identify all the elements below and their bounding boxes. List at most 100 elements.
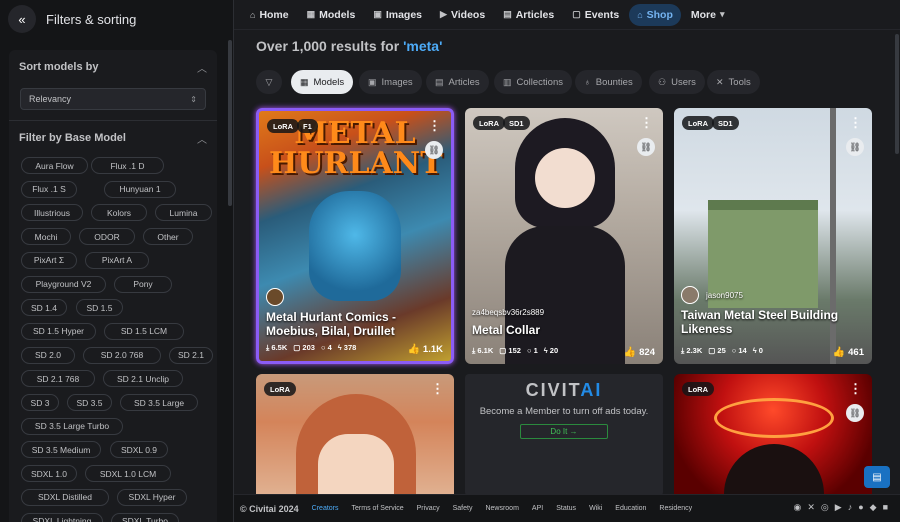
footer-link-safety[interactable]: Safety [453,505,473,512]
tab-collections[interactable]: ▥ Collections [494,70,572,94]
footer-link-creators[interactable]: Creators [312,505,339,512]
base-model-chip[interactable]: SD 3 [21,394,59,411]
base-model-chip[interactable]: SDXL Distilled [21,488,109,506]
model-card[interactable]: LoRA ⋮ [256,374,454,494]
base-model-chip[interactable]: SD 1.5 [76,299,123,317]
nav-models[interactable]: ▦ Models [299,4,364,26]
base-model-chip[interactable]: SD 1.5 LCM [104,322,184,340]
model-card[interactable]: LoRA SD1 ⋮ ⛓ jason9075 Taiwan Metal Stee… [674,108,872,364]
base-model-chip[interactable]: SD 1.4 [21,299,67,317]
base-model-chip[interactable]: SD 2.1 Unclip [103,370,183,388]
base-model-chip[interactable]: SD 2.1 768 [21,370,95,388]
base-model-chip[interactable]: SDXL 1.0 [21,465,77,483]
base-model-chip[interactable]: Hunyuan 1 [104,180,176,198]
tab-tools[interactable]: ✕ Tools [707,70,760,94]
base-model-chip[interactable]: Other [143,228,193,246]
base-model-chip[interactable]: SD 3.5 Large [120,394,198,411]
model-card[interactable]: LoRA SD1 ⋮ ⛓ za4beqsbv36r2s889 Metal Col… [465,108,663,364]
x-icon[interactable]: ✕ [807,502,815,513]
sidebar-header: « Filters & sorting [0,0,233,38]
twitch-icon[interactable]: ■ [883,502,888,513]
discord-icon[interactable]: ◉ [794,502,802,513]
more-options-icon[interactable]: ⋮ [428,118,441,134]
base-model-chip[interactable]: SDXL 0.9 [110,441,168,459]
creator-name[interactable]: jason9075 [706,291,743,300]
tiktok-icon[interactable]: ♪ [848,502,853,513]
base-model-chip[interactable]: Flux .1 S [21,180,77,198]
footer-link-education[interactable]: Education [615,505,646,512]
footer-link-wiki[interactable]: Wiki [589,505,602,512]
main-scrollbar[interactable] [894,30,900,494]
collapse-sidebar-button[interactable]: « [8,5,36,33]
more-options-icon[interactable]: ⋮ [431,381,444,397]
avatar[interactable] [266,288,284,306]
more-options-icon[interactable]: ⋮ [640,115,653,131]
link-icon[interactable]: ⛓ [637,138,655,156]
base-model-chip[interactable]: Lumina [155,204,212,222]
footer-link-terms[interactable]: Terms of Service [352,505,404,512]
filter-button[interactable]: ▽ [256,70,282,94]
nav-more[interactable]: More ▾ [683,4,733,26]
footer-link-newsroom[interactable]: Newsroom [485,505,518,512]
base-model-chip[interactable]: PixArt Σ [21,251,77,269]
link-icon[interactable]: ⛓ [846,404,864,422]
sort-select[interactable]: Relevancy ⇕ [20,88,206,110]
model-card[interactable]: LoRA ⋮ ⛓ [674,374,872,494]
tab-images[interactable]: ▣ Images [359,70,422,94]
link-icon[interactable]: ⛓ [425,141,443,159]
base-model-chip[interactable]: SD 3.5 Large Turbo [21,417,123,435]
youtube-icon[interactable]: ▶ [835,502,842,513]
base-model-chip[interactable]: SD 3.5 Medium [21,441,101,459]
base-model-chip[interactable]: SDXL Turbo [111,512,179,522]
tab-models[interactable]: ▦ Models [291,70,354,94]
base-model-chip[interactable]: SD 2.0 768 [83,346,161,364]
base-model-chip[interactable]: SD 3.5 [67,394,112,411]
tab-bounties[interactable]: ♁ Bounties [575,70,642,94]
nav-videos[interactable]: ▶ Videos [432,4,493,26]
base-model-section-header[interactable]: Filter by Base Model ︿ [9,121,217,155]
sidebar-scrollbar[interactable] [228,40,232,206]
scroll-thumb[interactable] [895,34,899,154]
base-model-chip[interactable]: SD 2.0 [21,346,75,364]
base-model-chip[interactable]: SDXL Hyper [117,488,187,506]
footer-link-status[interactable]: Status [556,505,576,512]
nav-events[interactable]: ▢ Events [564,4,627,26]
chevron-up-icon: ︿ [197,63,207,75]
more-options-icon[interactable]: ⋮ [849,115,862,131]
base-model-chip[interactable]: SDXL 1.0 LCM [85,465,171,483]
footer-link-residency[interactable]: Residency [659,505,692,512]
base-model-chip[interactable]: SD 1.5 Hyper [21,322,96,340]
base-model-chip[interactable]: SDXL Lightning [21,512,103,522]
avatar[interactable] [681,286,699,304]
github-icon[interactable]: ◆ [870,502,877,513]
base-model-chip[interactable]: SD 2.1 [169,346,213,364]
tab-articles[interactable]: ▤ Articles [426,70,489,94]
base-model-chip[interactable]: Playground V2 [21,275,106,293]
link-icon[interactable]: ⛓ [846,138,864,156]
base-model-chip[interactable]: ODOR [79,228,135,246]
card-stats: ⤓ 2.3K ▢ 25 ○ 14 ϟ 0 [681,346,763,356]
base-model-chip[interactable]: Mochi [21,228,71,246]
base-model-chip[interactable]: PixArt A [85,251,149,269]
more-options-icon[interactable]: ⋮ [849,381,862,397]
nav-home[interactable]: ⌂ Home [242,4,297,26]
nav-images[interactable]: ▣ Images [365,4,430,26]
creator-name[interactable]: za4beqsbv36r2s889 [472,308,544,317]
base-model-chip[interactable]: Illustrious [21,204,83,222]
reddit-icon[interactable]: ● [858,502,863,513]
base-model-chip[interactable]: Kolors [91,204,147,222]
tab-users[interactable]: ⚇ Users [649,70,705,94]
ad-banner[interactable]: CIVITAI Become a Member to turn off ads … [465,374,663,496]
nav-articles[interactable]: ▤ Articles [495,4,562,26]
footer-link-privacy[interactable]: Privacy [417,505,440,512]
do-it-button[interactable]: Do It → [520,424,608,439]
footer-link-api[interactable]: API [532,505,543,512]
nav-shop[interactable]: ⌂ Shop [629,3,681,26]
sort-section-header[interactable]: Sort models by ︿ [9,50,217,84]
base-model-chip[interactable]: Pony [114,275,172,293]
chat-icon[interactable]: ▤ [864,466,890,488]
instagram-icon[interactable]: ◎ [821,502,829,513]
base-model-chip[interactable]: Flux .1 D [91,157,164,174]
base-model-chip[interactable]: Aura Flow [21,157,88,174]
model-card[interactable]: METAL HURLANT LoRA F1 ⋮ ⛓ Metal Hurlant C… [256,108,454,364]
